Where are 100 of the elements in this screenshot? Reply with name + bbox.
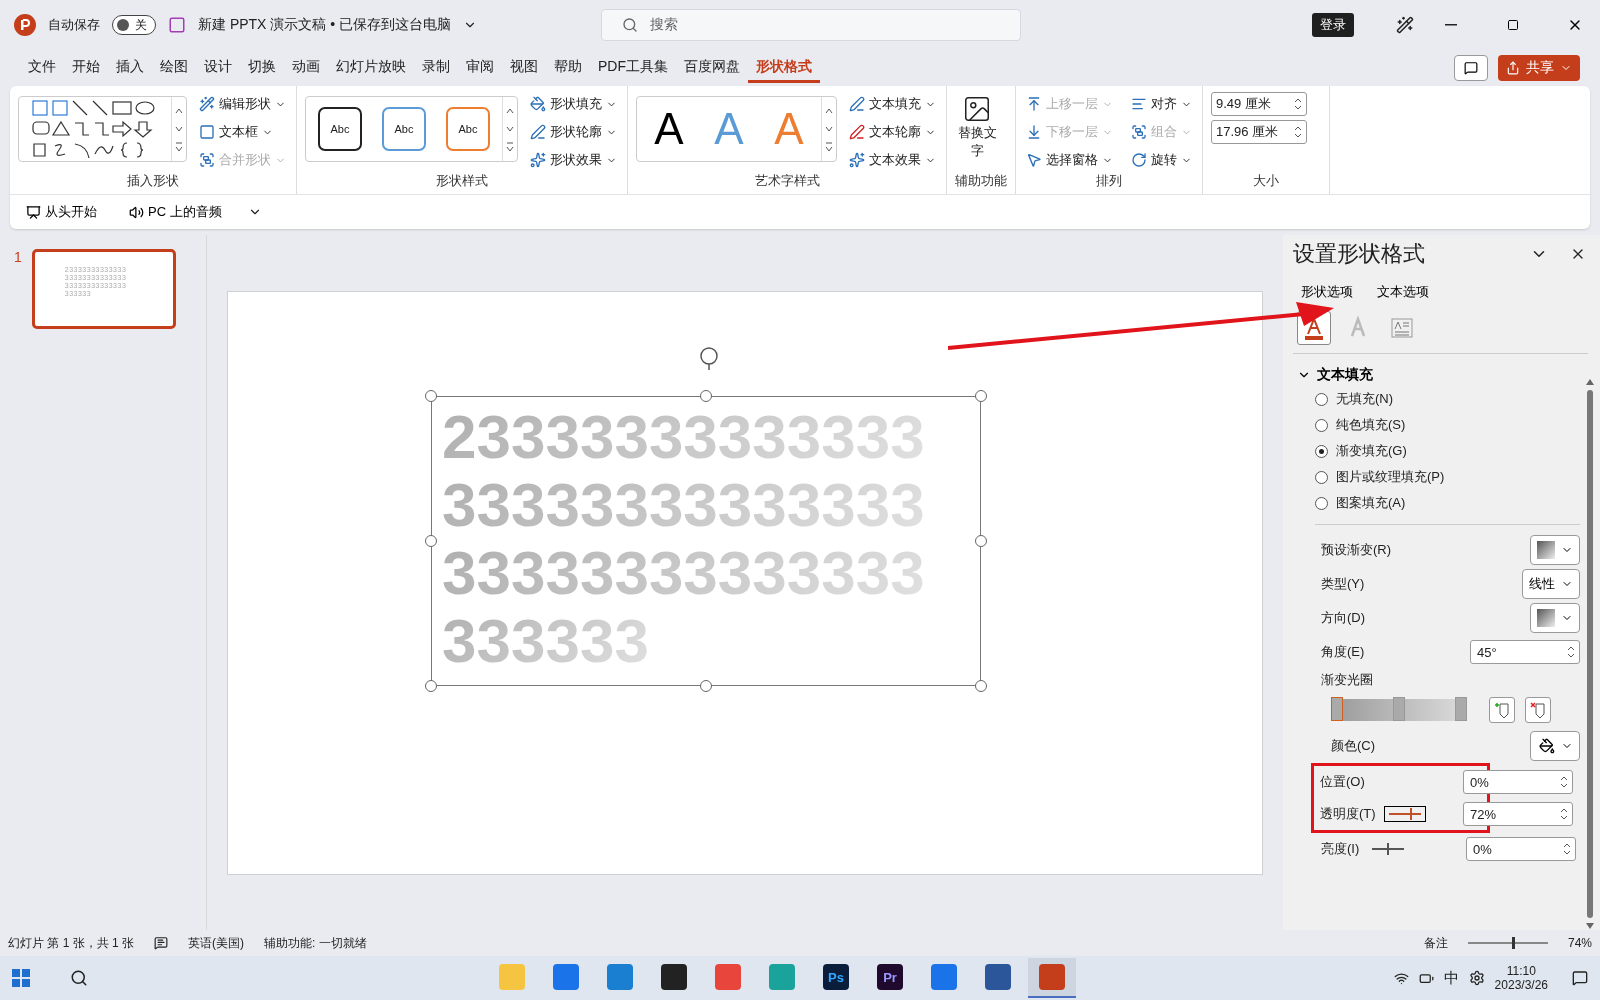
menu-tab[interactable]: 审阅 <box>458 53 502 83</box>
transparency-field[interactable]: 72% <box>1463 802 1573 826</box>
ribbon-command[interactable]: 旋转 <box>1129 148 1194 172</box>
quick-access-button[interactable]: PC 上的音频 <box>123 202 228 222</box>
ribbon-command[interactable]: 形状填充 <box>528 92 619 116</box>
radio-button[interactable] <box>1315 444 1328 458</box>
radio-button[interactable] <box>1315 418 1328 432</box>
menu-tab[interactable]: 视图 <box>502 53 546 83</box>
taskbar-app[interactable]: Ps <box>812 958 860 998</box>
search-field[interactable]: 搜索 <box>601 9 1022 41</box>
radio-button[interactable] <box>1315 470 1328 484</box>
resize-handle[interactable] <box>975 680 987 692</box>
shape-style-preset[interactable]: Abc <box>382 107 426 151</box>
resize-handle[interactable] <box>425 680 437 692</box>
search-icon[interactable] <box>70 969 88 987</box>
menu-tab[interactable]: 开始 <box>64 53 108 83</box>
scroll-up-icon[interactable] <box>1585 378 1595 386</box>
share-button[interactable]: 共享 <box>1498 55 1580 81</box>
ribbon-command[interactable]: 文本轮廓 <box>847 120 938 144</box>
ribbon-command[interactable]: 形状轮廓 <box>528 120 619 144</box>
taskbar-app[interactable]: Pr <box>866 958 914 998</box>
direction-dropdown[interactable] <box>1530 603 1580 633</box>
autosave-toggle[interactable]: 关 <box>112 15 156 35</box>
zoom-slider[interactable] <box>1467 937 1548 949</box>
menu-tab[interactable]: 形状格式 <box>748 53 820 83</box>
ribbon-command[interactable]: 文本框 <box>197 120 288 144</box>
slider[interactable] <box>1383 806 1426 822</box>
pane-tab[interactable]: 形状选项 <box>1299 281 1355 303</box>
menu-tab[interactable]: 百度网盘 <box>676 53 748 83</box>
radio-button[interactable] <box>1315 496 1328 510</box>
color-dropdown[interactable] <box>1530 731 1580 761</box>
ime-indicator[interactable]: 中 <box>1443 968 1459 988</box>
spin-arrows-icon[interactable] <box>1560 808 1568 820</box>
notes-button[interactable]: 备注 <box>1423 934 1448 952</box>
brightness-field[interactable]: 0% <box>1466 837 1576 861</box>
spin-arrows-icon[interactable] <box>1563 843 1571 855</box>
spin-arrows-icon[interactable] <box>1567 646 1575 658</box>
menu-tab[interactable]: 动画 <box>284 53 328 83</box>
add-stop-button[interactable] <box>1489 697 1515 723</box>
scrollbar[interactable] <box>1584 378 1596 930</box>
spin-arrows-icon[interactable] <box>1294 98 1302 110</box>
resize-handle[interactable] <box>425 535 437 547</box>
menu-tab[interactable]: 录制 <box>414 53 458 83</box>
pane-tab[interactable]: 文本选项 <box>1375 281 1431 303</box>
menu-tab[interactable]: 切换 <box>240 53 284 83</box>
text-fill-icon <box>849 96 865 112</box>
size-field[interactable]: 17.96 厘米 <box>1211 120 1307 144</box>
alt-text-button[interactable]: 替换文字 <box>955 90 999 164</box>
pane-title: 设置形状格式 <box>1293 240 1425 268</box>
wordart-preset[interactable]: A <box>649 104 689 154</box>
language-label[interactable]: 英语(美国) <box>188 934 245 952</box>
remove-stop-button[interactable] <box>1525 697 1551 723</box>
start-icon[interactable] <box>12 969 30 987</box>
radio-label: 图片或纹理填充(P) <box>1336 468 1445 486</box>
clock[interactable]: 11:10 2023/3/26 <box>1494 964 1548 992</box>
menu-tab[interactable]: 设计 <box>196 53 240 83</box>
settings-icon[interactable] <box>1468 970 1485 986</box>
document-title[interactable]: 新建 PPTX 演示文稿 • 已保存到这台电脑 <box>198 16 452 34</box>
shape-style-preset[interactable]: Abc <box>318 107 362 151</box>
position-field[interactable]: 0% <box>1463 770 1573 794</box>
shape-style-preset[interactable]: Abc <box>446 107 490 151</box>
spin-arrows-icon[interactable] <box>1294 126 1302 138</box>
field-label: 类型(Y) <box>1321 575 1365 593</box>
ribbon-command[interactable]: 编辑形状 <box>197 92 288 116</box>
menu-tab[interactable]: PDF工具集 <box>590 53 676 83</box>
menu-tab[interactable]: 幻灯片放映 <box>328 53 414 83</box>
group-label: 插入形状 <box>126 172 180 190</box>
preset-gradient-dropdown[interactable] <box>1530 535 1580 565</box>
menu-tab[interactable]: 绘图 <box>152 53 196 83</box>
login-button[interactable]: 登录 <box>1312 13 1354 37</box>
text-box-icon <box>199 124 215 140</box>
ribbon-command[interactable]: 形状效果 <box>528 148 619 172</box>
notifications-icon[interactable] <box>1572 970 1588 986</box>
spin-arrows-icon[interactable] <box>1560 776 1568 788</box>
resize-handle[interactable] <box>700 390 712 402</box>
spellcheck-icon[interactable] <box>154 936 169 950</box>
wifi-icon[interactable] <box>1393 970 1409 986</box>
text-layout-icon <box>1389 315 1415 341</box>
comment-icon <box>1464 61 1478 75</box>
resize-handle[interactable] <box>425 390 437 402</box>
resize-handle[interactable] <box>975 390 987 402</box>
type-dropdown[interactable]: 线性 <box>1522 569 1580 599</box>
ribbon-command[interactable]: 文本效果 <box>847 148 938 172</box>
resize-handle[interactable] <box>975 535 987 547</box>
zoom-level[interactable]: 74% <box>1567 936 1592 950</box>
quick-access-button[interactable]: 从头开始 <box>20 202 103 222</box>
comments-button[interactable] <box>1454 55 1488 81</box>
menu-tab[interactable]: 文件 <box>20 53 64 83</box>
ribbon-command[interactable]: 文本填充 <box>847 92 938 116</box>
accessibility-status[interactable]: 辅助功能: 一切就绪 <box>264 934 367 952</box>
angle-field[interactable]: 45° <box>1470 640 1580 664</box>
resize-handle[interactable] <box>700 680 712 692</box>
radio-button[interactable] <box>1315 392 1328 406</box>
menu-tab[interactable]: 插入 <box>108 53 152 83</box>
section-header[interactable]: 文本填充 <box>1293 364 1377 386</box>
size-field[interactable]: 9.49 厘米 <box>1211 92 1307 116</box>
ribbon-command[interactable]: 对齐 <box>1129 92 1194 116</box>
radio-label: 图案填充(A) <box>1336 494 1406 512</box>
menu-tab[interactable]: 帮助 <box>546 53 590 83</box>
ribbon-command[interactable]: 选择窗格 <box>1024 148 1115 172</box>
